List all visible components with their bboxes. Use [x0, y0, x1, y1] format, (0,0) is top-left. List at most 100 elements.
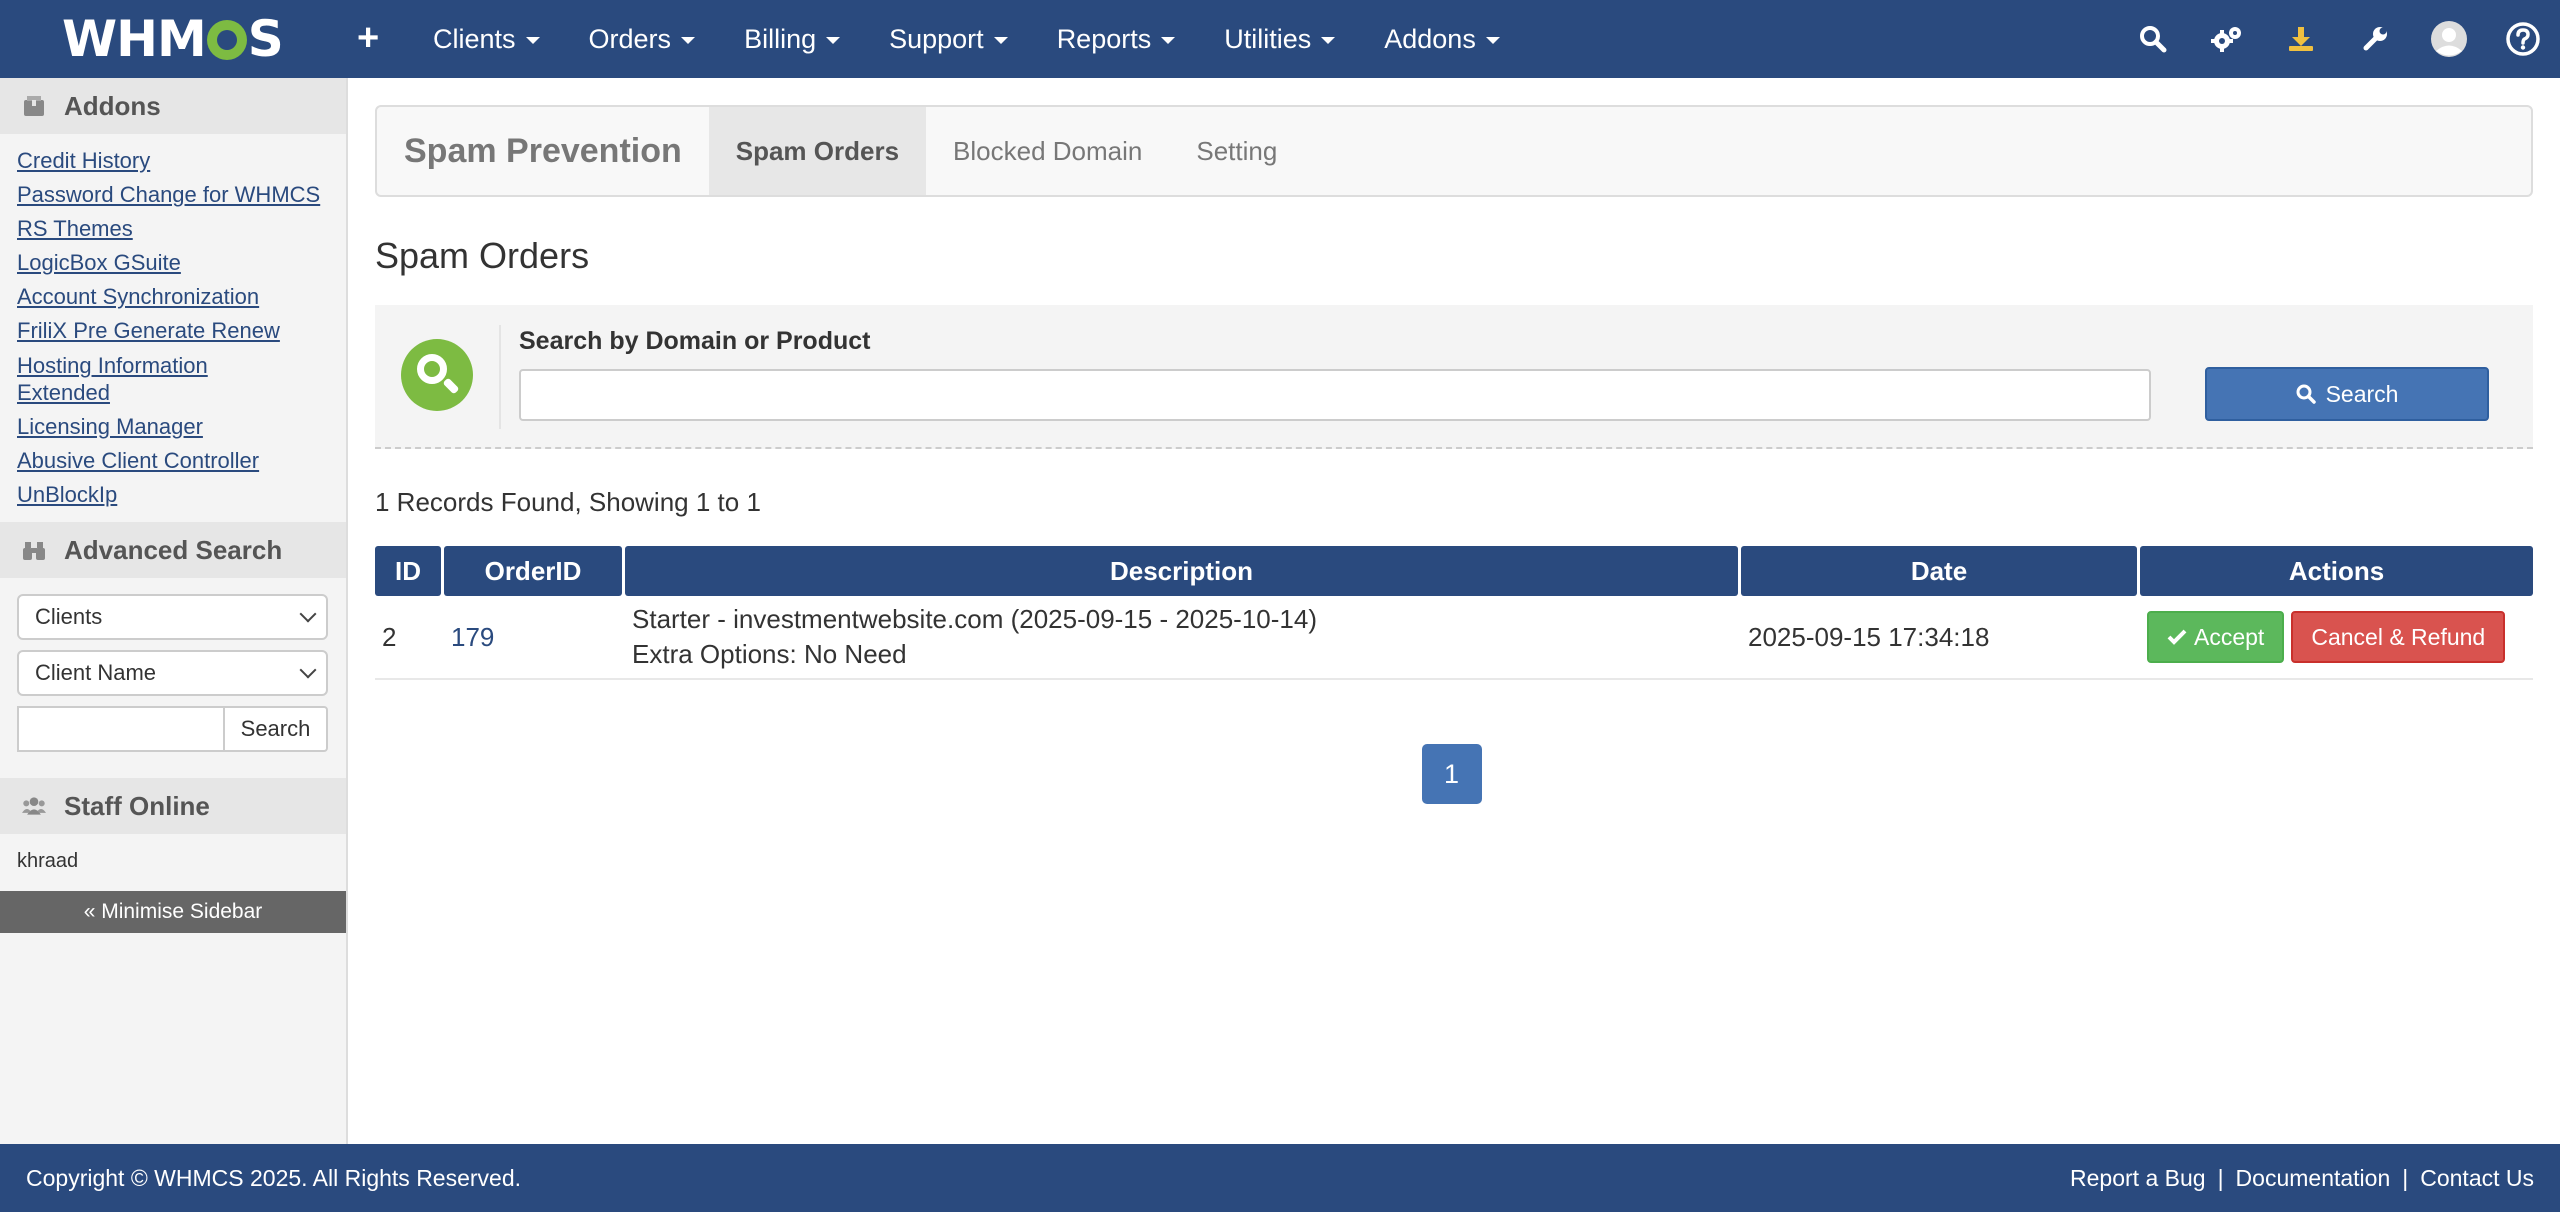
nav-icon-group — [2116, 0, 2560, 78]
accept-button[interactable]: Accept — [2147, 611, 2285, 663]
col-description[interactable]: Description — [625, 546, 1738, 596]
search-icon — [2296, 384, 2316, 404]
sidebar-search-input[interactable] — [17, 706, 223, 752]
col-date[interactable]: Date — [1741, 546, 2137, 596]
tab-blocked-domain[interactable]: Blocked Domain — [926, 107, 1169, 195]
accept-button-label: Accept — [2194, 623, 2265, 650]
search-button-label: Search — [2325, 380, 2399, 407]
page-1-button[interactable]: 1 — [1421, 744, 1482, 804]
nav-billing-label: Billing — [744, 23, 817, 54]
wrench-icon[interactable] — [2338, 0, 2412, 78]
nav-utilities-label: Utilities — [1224, 23, 1312, 54]
footer-separator: | — [2217, 1164, 2224, 1191]
footer-documentation-link[interactable]: Documentation — [2236, 1165, 2391, 1192]
main-menu: Clients Orders Billing Support Reports U… — [433, 0, 1549, 78]
search-type-select[interactable]: Clients — [17, 594, 328, 640]
records-summary: 1 Records Found, Showing 1 to 1 — [375, 487, 761, 517]
top-navbar: WHM S + Clients Orders Billing Support Re… — [0, 0, 2560, 78]
nav-orders-label: Orders — [588, 23, 672, 54]
table-row: 2 179 Starter - investmentwebsite.com (2… — [375, 596, 2533, 680]
addon-tabbar: Spam Prevention Spam Orders Blocked Doma… — [375, 105, 2533, 197]
addon-link-logicbox-gsuite[interactable]: LogicBox GSuite — [17, 246, 346, 280]
sidebar-search-row: Search — [17, 706, 328, 752]
logo-gear-icon — [206, 20, 247, 60]
add-new-button[interactable]: + — [357, 18, 379, 58]
caret-down-icon — [1161, 37, 1176, 44]
footer-links: Report a Bug | Documentation | Contact U… — [2070, 1165, 2534, 1192]
description-line-1: Starter - investmentwebsite.com (2025-09… — [632, 604, 1317, 634]
nav-support[interactable]: Support — [889, 24, 1008, 55]
table-header: ID OrderID Description Date Actions — [375, 546, 2533, 596]
check-icon — [2167, 629, 2187, 645]
caret-down-icon — [1321, 37, 1336, 44]
addon-link-licensing-manager[interactable]: Licensing Manager — [17, 410, 346, 444]
sidebar-addons-title: Addons — [64, 90, 161, 121]
sidebar-search-button[interactable]: Search — [223, 706, 328, 752]
search-button[interactable]: Search — [2205, 367, 2489, 421]
pagination: 1 — [375, 744, 2533, 804]
nav-support-label: Support — [889, 23, 984, 54]
magnifier-logo-icon — [401, 339, 473, 411]
col-id[interactable]: ID — [375, 546, 441, 596]
search-divider — [499, 325, 501, 429]
chevron-down-icon — [299, 661, 317, 679]
addon-link-hosting-info[interactable]: Hosting Information — [17, 352, 346, 379]
addon-link-unblockip[interactable]: UnBlockIp — [17, 478, 346, 512]
minimise-sidebar-button[interactable]: « Minimise Sidebar — [0, 891, 346, 933]
binoculars-icon — [23, 542, 45, 560]
nav-billing[interactable]: Billing — [744, 23, 841, 55]
cell-orderid-link[interactable]: 179 — [444, 596, 622, 678]
search-field-select[interactable]: Client Name — [17, 650, 328, 696]
tab-spam-orders[interactable]: Spam Orders — [708, 107, 927, 195]
nav-clients[interactable]: Clients — [433, 24, 540, 55]
addon-brand[interactable]: Spam Prevention — [377, 107, 709, 195]
description-line-2: Extra Options: No Need — [632, 639, 907, 669]
cell-actions: Accept Cancel & Refund — [2140, 596, 2533, 678]
caret-down-icon — [993, 37, 1008, 44]
search-type-value: Clients — [35, 604, 103, 629]
col-orderid[interactable]: OrderID — [444, 546, 622, 596]
caret-down-icon — [681, 37, 696, 44]
chevron-down-icon — [299, 605, 317, 623]
whmcs-logo[interactable]: WHM S — [62, 10, 284, 68]
search-field-value: Client Name — [35, 660, 157, 685]
addon-link-account-sync[interactable]: Account Synchronization — [17, 280, 346, 314]
spam-orders-table: ID OrderID Description Date Actions 2 17… — [375, 546, 2533, 680]
nav-reports[interactable]: Reports — [1057, 24, 1176, 55]
domain-product-search-input[interactable] — [519, 369, 2151, 421]
sidebar-advanced-search-title: Advanced Search — [64, 534, 283, 565]
addon-link-frilix[interactable]: FriliX Pre Generate Renew — [17, 314, 346, 348]
search-label: Search by Domain or Product — [519, 327, 871, 355]
footer-copyright: Copyright © WHMCS 2025. All Rights Reser… — [26, 1164, 522, 1191]
caret-down-icon — [826, 37, 841, 44]
download-icon[interactable] — [2264, 0, 2338, 78]
footer-report-bug-link[interactable]: Report a Bug — [2070, 1165, 2206, 1192]
page-title: Spam Orders — [375, 235, 590, 276]
nav-addons[interactable]: Addons — [1384, 24, 1500, 55]
footer: Copyright © WHMCS 2025. All Rights Reser… — [0, 1144, 2560, 1212]
addon-link-credit-history[interactable]: Credit History — [17, 144, 346, 178]
footer-contact-link[interactable]: Contact Us — [2420, 1165, 2534, 1192]
nav-clients-label: Clients — [433, 23, 516, 54]
sidebar-staff-title: Staff Online — [64, 790, 210, 821]
avatar-icon[interactable] — [2412, 0, 2486, 78]
help-icon[interactable] — [2486, 0, 2560, 78]
nav-utilities[interactable]: Utilities — [1224, 23, 1336, 55]
cancel-refund-button[interactable]: Cancel & Refund — [2291, 611, 2506, 663]
nav-reports-label: Reports — [1056, 23, 1152, 54]
nav-orders[interactable]: Orders — [589, 24, 696, 55]
cogs-icon[interactable] — [2190, 0, 2264, 78]
addon-link-hosting-info-extended[interactable]: Extended — [17, 379, 346, 406]
logo-text-right: S — [247, 10, 284, 68]
main-content: Spam Prevention Spam Orders Blocked Doma… — [375, 105, 2533, 804]
addon-link-rs-themes[interactable]: RS Themes — [17, 212, 346, 246]
addon-link-password-change[interactable]: Password Change for WHMCS — [17, 178, 346, 212]
addon-links: Credit History Password Change for WHMCS… — [0, 134, 346, 522]
nav-addons-label: Addons — [1384, 23, 1476, 54]
sidebar: Addons Credit History Password Change fo… — [0, 78, 348, 1144]
addon-link-abusive-client[interactable]: Abusive Client Controller — [17, 444, 346, 478]
search-icon[interactable] — [2116, 0, 2190, 78]
tab-setting[interactable]: Setting — [1169, 107, 1304, 195]
cell-date: 2025-09-15 17:34:18 — [1748, 621, 1990, 652]
staff-online-name: khraad — [17, 850, 79, 872]
